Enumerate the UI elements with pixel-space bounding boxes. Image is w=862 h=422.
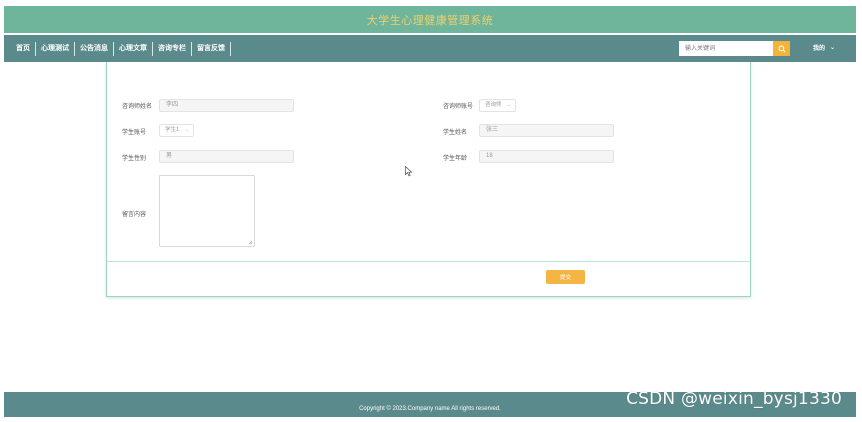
nav-bar: 首页 心理测试 公告消息 心理文章 咨询专栏 留言反馈 我的 ⌄ <box>4 35 856 62</box>
nav-item-psych-articles[interactable]: 心理文章 <box>114 42 152 56</box>
student-account-select[interactable]: 学生1 ⌄ <box>159 124 194 137</box>
submit-button[interactable]: 提交 <box>546 270 585 284</box>
student-age-field[interactable]: 18 <box>479 150 614 163</box>
student-gender-field[interactable]: 男 <box>159 150 294 163</box>
nav-menu: 首页 心理测试 公告消息 心理文章 咨询专栏 留言反馈 <box>4 35 231 62</box>
form-divider <box>107 261 750 262</box>
counselor-name-field[interactable]: 李四 <box>159 99 294 112</box>
student-name-label: 学生姓名 <box>443 130 468 136</box>
form-card: 咨询师姓名 李四 咨询师账号 咨询师 ⌄ 学生账号 学生1 ⌄ 学生姓名 张三 … <box>106 62 751 297</box>
student-age-value: 18 <box>486 153 493 159</box>
counselor-name-value: 李四 <box>166 102 179 108</box>
nav-divider <box>230 41 231 56</box>
nav-item-consult-column[interactable]: 咨询专栏 <box>153 42 191 56</box>
app-title: 大学生心理健康管理系统 <box>366 14 494 27</box>
student-account-label: 学生账号 <box>122 130 147 136</box>
counselor-account-select[interactable]: 咨询师 ⌄ <box>479 99 516 112</box>
nav-item-psych-test[interactable]: 心理测试 <box>36 42 74 56</box>
footer: Copyright © 2023.Company name All rights… <box>4 389 856 417</box>
title-bar: 大学生心理健康管理系统 <box>4 6 856 33</box>
search-bar <box>679 41 790 56</box>
chevron-down-icon: ⌄ <box>830 45 836 51</box>
chevron-down-icon: ⌄ <box>506 102 511 108</box>
nav-item-feedback[interactable]: 留言反馈 <box>192 42 230 56</box>
student-gender-value: 男 <box>166 153 173 159</box>
nav-item-announcements[interactable]: 公告消息 <box>75 42 113 56</box>
student-account-value: 学生1 <box>165 127 180 133</box>
user-menu[interactable]: 我的 ⌄ <box>813 43 835 52</box>
user-menu-label: 我的 <box>813 46 826 52</box>
resize-grip-icon[interactable] <box>248 240 253 245</box>
student-gender-label: 学生性别 <box>122 156 147 162</box>
student-name-value: 张三 <box>486 127 499 133</box>
counselor-account-label: 咨询师账号 <box>443 104 474 110</box>
message-textarea[interactable] <box>159 175 255 247</box>
mouse-cursor-icon <box>405 166 413 177</box>
watermark-text: CSDN @weixin_bysj1330 <box>626 389 842 409</box>
search-icon <box>777 44 786 53</box>
student-age-label: 学生年龄 <box>443 156 468 162</box>
counselor-name-label: 咨询师姓名 <box>122 104 153 110</box>
search-input[interactable] <box>679 41 773 56</box>
counselor-account-value: 咨询师 <box>485 102 502 108</box>
student-name-field[interactable]: 张三 <box>479 124 614 137</box>
nav-item-home[interactable]: 首页 <box>11 42 35 56</box>
search-button[interactable] <box>773 41 790 56</box>
chevron-down-icon: ⌄ <box>184 127 189 133</box>
message-label: 留言内容 <box>122 212 147 218</box>
page: 大学生心理健康管理系统 首页 心理测试 公告消息 心理文章 咨询专栏 留言反馈 <box>0 0 862 422</box>
